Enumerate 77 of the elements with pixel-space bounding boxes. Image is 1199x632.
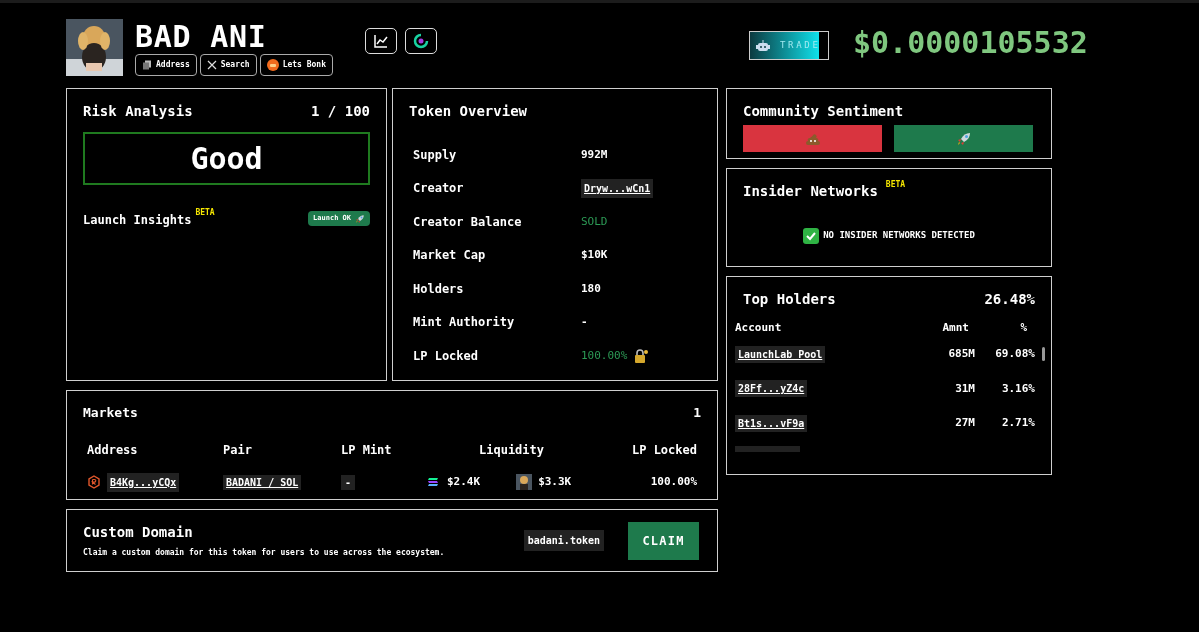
x-logo-icon [206, 60, 217, 70]
holder-percent: 69.08% [994, 346, 1035, 362]
holder-amount: 31M [954, 380, 975, 397]
overview-label: Supply [413, 146, 458, 164]
check-icon [803, 228, 820, 244]
copy-icon [142, 60, 152, 70]
overview-label: Market Cap [413, 247, 487, 265]
overview-value: 180 [581, 280, 601, 297]
scanner-button[interactable] [405, 28, 437, 54]
verdict-box: Good [83, 132, 370, 185]
overview-label: Creator [413, 180, 465, 198]
holder-account[interactable]: Bt1s...vF9a [735, 414, 808, 432]
overview-value: 992M [581, 146, 608, 163]
holders-total: 26.48% [984, 290, 1035, 309]
column-header: % [1019, 320, 1028, 336]
lock-icon [633, 347, 650, 364]
market-pair[interactable]: BADANI / SOL [223, 474, 302, 490]
link-button[interactable]: Address [135, 54, 197, 76]
panel-title: Markets [83, 404, 138, 422]
column-header: Pair [223, 441, 253, 459]
overview-label: Creator Balance [413, 213, 523, 231]
rocket-icon [955, 130, 972, 147]
ring-logo-icon [413, 33, 429, 49]
liquidity-value: $2.4K [447, 473, 481, 490]
market-address[interactable]: B4Kg...yCQx [107, 472, 180, 492]
token-name: BAD ANI [135, 19, 268, 55]
risk-score: 1 / 100 [311, 102, 370, 121]
column-header: LP Mint [341, 441, 393, 459]
panel-title: Insider Networks [743, 182, 878, 201]
overview-value: 100.00% [581, 347, 628, 364]
overview-label: LP Locked [413, 347, 480, 365]
insider-status: NO INSIDER NETWORKS DETECTED [823, 229, 975, 243]
scrollbar-thumb [1042, 347, 1045, 361]
panel-title: Top Holders [743, 290, 836, 309]
overview-label: Holders [413, 280, 465, 298]
overview-value: - [581, 314, 588, 330]
beta-tag: BETA [195, 207, 215, 219]
holder-amount: 685M [947, 346, 975, 362]
holder-percent: 3.16% [1000, 380, 1035, 397]
creator-address[interactable]: Dryw...wCn1 [581, 178, 654, 198]
overview-value: SOLD [581, 213, 608, 230]
column-header: Amnt [941, 320, 970, 336]
holder-percent: 2.71% [1000, 415, 1035, 431]
robot-icon [756, 39, 770, 52]
panel-title: Community Sentiment [743, 102, 905, 121]
markets-count: 1 [693, 404, 701, 422]
overview-value: $10K [581, 247, 608, 263]
chart-button[interactable] [365, 28, 397, 54]
panel-title: Custom Domain [83, 523, 194, 542]
link-button[interactable]: Lets Bonk [259, 54, 333, 76]
column-header: Account [735, 320, 783, 336]
overview-label: Mint Authority [413, 314, 516, 332]
link-button[interactable]: Search [199, 54, 257, 76]
holder-amount: 27M [954, 415, 975, 431]
column-header: Liquidity [478, 441, 546, 459]
holder-account[interactable]: 28Ff...yZ4c [735, 380, 808, 398]
dog-face-icon [266, 59, 279, 71]
insights-label: Launch Insights [83, 212, 192, 229]
claim-button[interactable]: CLAIM [628, 521, 699, 560]
holder-account[interactable]: LaunchLab Pool [735, 345, 826, 363]
rocket-icon [355, 213, 365, 224]
panel-title: Token Overview [409, 102, 528, 121]
stripes-logo-icon [427, 477, 439, 487]
lp-locked-value: 100.00% [649, 473, 697, 490]
panel-title: Risk Analysis [83, 102, 193, 121]
line-chart-icon [373, 33, 389, 49]
beta-tag: BETA [885, 179, 906, 191]
token-avatar-icon [516, 474, 533, 490]
hexagon-logo-icon [87, 475, 101, 489]
column-header: Address [87, 441, 139, 459]
account-chip [735, 446, 800, 452]
liquidity-value: $3.3K [538, 473, 572, 490]
token-price: $0.0000105532 [853, 25, 1088, 61]
column-header: LP Locked [630, 441, 697, 459]
lp-mint: - [341, 474, 356, 490]
domain-description: Claim a custom domain for this token for users to use across the ecosystem. [83, 547, 445, 559]
domain-name: badani.token [523, 530, 604, 551]
